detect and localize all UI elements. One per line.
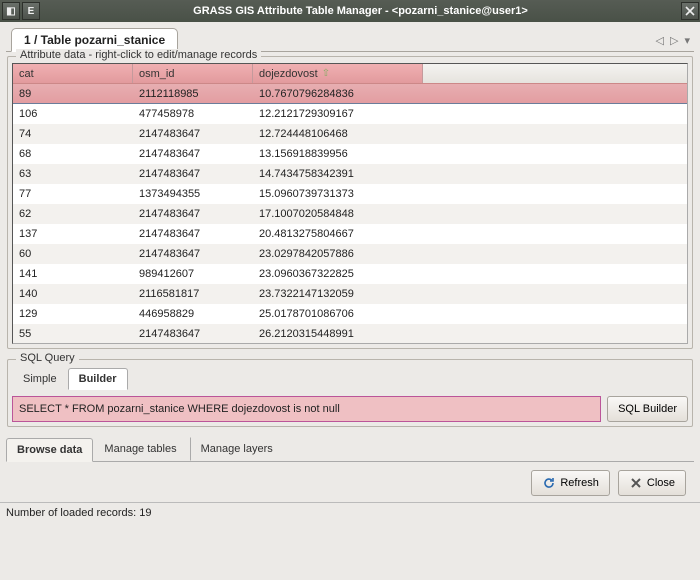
table-row[interactable]: 10647745897812.2121729309167 xyxy=(13,104,687,124)
sql-builder-button[interactable]: SQL Builder xyxy=(607,396,688,422)
table-row[interactable]: 68214748364713.156918839956 xyxy=(13,144,687,164)
table-row[interactable]: 140211658181723.7322147132059 xyxy=(13,284,687,304)
cell-doj: 23.7322147132059 xyxy=(253,284,687,304)
sql-query-panel: SQL Query Simple Builder SQL Builder xyxy=(7,359,693,427)
refresh-button[interactable]: Refresh xyxy=(531,470,610,496)
table-row[interactable]: 14198941260723.0960367322825 xyxy=(13,264,687,284)
table-row[interactable]: 55214748364726.2120315448991 xyxy=(13,324,687,344)
cell-cat: 140 xyxy=(13,284,133,304)
close-btn-icon xyxy=(629,476,643,490)
table-row[interactable]: 62214748364717.1007020584848 xyxy=(13,204,687,224)
column-header-osm-id[interactable]: osm_id xyxy=(133,64,253,83)
cell-osm_id: 2147483647 xyxy=(133,144,253,164)
cell-doj: 14.7434758342391 xyxy=(253,164,687,184)
column-header-fill xyxy=(423,64,687,83)
table-row[interactable]: 74214748364712.724448106468 xyxy=(13,124,687,144)
cell-doj: 26.2120315448991 xyxy=(253,324,687,344)
column-header-cat[interactable]: cat xyxy=(13,64,133,83)
cell-cat: 63 xyxy=(13,164,133,184)
table-row[interactable]: 89211211898510.7670796284836 xyxy=(13,84,687,104)
cell-doj: 10.7670796284836 xyxy=(253,84,687,104)
window-title: GRASS GIS Attribute Table Manager - <poz… xyxy=(41,5,680,17)
column-header-dojezdovost[interactable]: dojezdovost⇧ xyxy=(253,64,423,83)
cell-doj: 12.724448106468 xyxy=(253,124,687,144)
tab-builder[interactable]: Builder xyxy=(68,368,128,390)
refresh-icon xyxy=(542,476,556,490)
status-bar: Number of loaded records: 19 xyxy=(0,502,700,523)
cell-cat: 55 xyxy=(13,324,133,344)
cell-cat: 60 xyxy=(13,244,133,264)
table-row[interactable]: 63214748364714.7434758342391 xyxy=(13,164,687,184)
attribute-legend: Attribute data - right-click to edit/man… xyxy=(16,49,261,61)
cell-cat: 62 xyxy=(13,204,133,224)
cell-osm_id: 2147483647 xyxy=(133,324,253,344)
table-row[interactable]: 60214748364723.0297842057886 xyxy=(13,244,687,264)
cell-doj: 25.0178701086706 xyxy=(253,304,687,324)
cell-cat: 137 xyxy=(13,224,133,244)
cell-cat: 89 xyxy=(13,84,133,104)
bottom-tabbar: Browse data Manage tables Manage layers xyxy=(6,437,694,462)
sql-input[interactable] xyxy=(12,396,601,422)
table-header-row: cat osm_id dojezdovost⇧ xyxy=(13,64,687,84)
cell-cat: 106 xyxy=(13,104,133,124)
cell-osm_id: 2147483647 xyxy=(133,204,253,224)
cell-osm_id: 2116581817 xyxy=(133,284,253,304)
cell-cat: 129 xyxy=(13,304,133,324)
table-row[interactable]: 12944695882925.0178701086706 xyxy=(13,304,687,324)
table-row[interactable]: 137214748364720.4813275804667 xyxy=(13,224,687,244)
window-titlebar: ◧ E GRASS GIS Attribute Table Manager - … xyxy=(0,0,700,22)
cell-osm_id: 989412607 xyxy=(133,264,253,284)
window-menu-icon[interactable]: ◧ xyxy=(2,2,20,20)
cell-osm_id: 2147483647 xyxy=(133,224,253,244)
action-button-row: Refresh Close xyxy=(6,466,694,502)
tab-menu-icon[interactable]: ▾ xyxy=(684,34,690,47)
cell-doj: 20.4813275804667 xyxy=(253,224,687,244)
cell-osm_id: 446958829 xyxy=(133,304,253,324)
cell-doj: 23.0297842057886 xyxy=(253,244,687,264)
cell-cat: 68 xyxy=(13,144,133,164)
cell-doj: 13.156918839956 xyxy=(253,144,687,164)
cell-osm_id: 477458978 xyxy=(133,104,253,124)
table-row[interactable]: 77137349435515.0960739731373 xyxy=(13,184,687,204)
close-icon[interactable] xyxy=(681,2,699,20)
close-button[interactable]: Close xyxy=(618,470,686,496)
cell-doj: 17.1007020584848 xyxy=(253,204,687,224)
cell-osm_id: 1373494355 xyxy=(133,184,253,204)
tab-prev-icon[interactable]: ◁ xyxy=(656,34,664,47)
attribute-data-panel: Attribute data - right-click to edit/man… xyxy=(7,56,693,349)
sql-tabbar: Simple Builder xyxy=(12,368,688,390)
cell-cat: 141 xyxy=(13,264,133,284)
cell-osm_id: 2147483647 xyxy=(133,164,253,184)
window-restore-icon[interactable]: E xyxy=(22,2,40,20)
cell-doj: 23.0960367322825 xyxy=(253,264,687,284)
cell-osm_id: 2147483647 xyxy=(133,124,253,144)
tab-manage-layers[interactable]: Manage layers xyxy=(190,437,284,461)
attribute-table[interactable]: cat osm_id dojezdovost⇧ 89211211898510.7… xyxy=(12,63,688,344)
cell-doj: 12.2121729309167 xyxy=(253,104,687,124)
cell-doj: 15.0960739731373 xyxy=(253,184,687,204)
cell-cat: 77 xyxy=(13,184,133,204)
tab-browse-data[interactable]: Browse data xyxy=(6,438,93,462)
tab-simple[interactable]: Simple xyxy=(12,368,68,390)
cell-osm_id: 2112118985 xyxy=(133,84,253,104)
cell-osm_id: 2147483647 xyxy=(133,244,253,264)
tab-nav-controls: ◁ ▷ ▾ xyxy=(656,34,690,47)
tab-next-icon[interactable]: ▷ xyxy=(670,34,678,47)
tab-manage-tables[interactable]: Manage tables xyxy=(93,437,187,461)
sort-asc-icon: ⇧ xyxy=(322,68,330,79)
cell-cat: 74 xyxy=(13,124,133,144)
sql-legend: SQL Query xyxy=(16,352,79,364)
